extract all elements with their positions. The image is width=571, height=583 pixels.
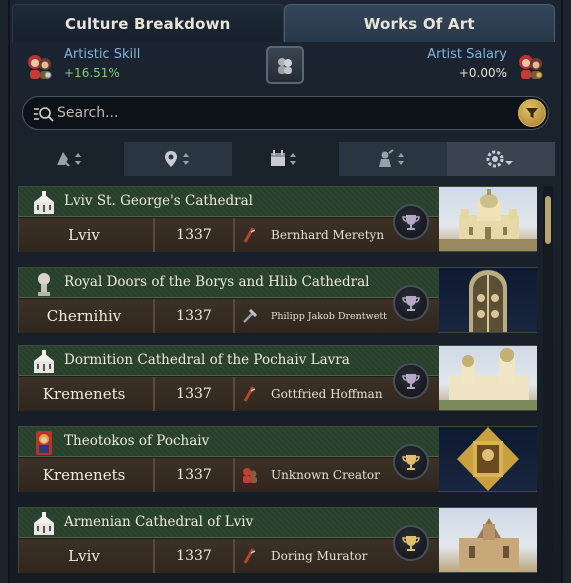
search-input[interactable] <box>57 100 497 126</box>
work-location: Lviv <box>68 547 100 565</box>
cathedral-icon <box>34 350 54 373</box>
card-header: Dormition Cathedral of the Pochaiv Lavra <box>19 346 439 376</box>
tab-culture-breakdown[interactable]: Culture Breakdown <box>12 4 284 42</box>
royal-doors-artwork-image <box>439 268 537 332</box>
card-details: Lviv 1337 Bernhard Meretyn <box>19 218 439 252</box>
tab-bar: Culture Breakdown Works Of Art <box>12 4 555 42</box>
artist-name: Gottfried Hoffman <box>271 387 383 401</box>
work-location: Kremenets <box>42 466 126 484</box>
work-year: 1337 <box>153 299 235 333</box>
brush-icon <box>243 227 256 243</box>
armenian-cathedral-artwork-image <box>439 508 537 572</box>
settings-dropdown-button[interactable] <box>447 142 555 176</box>
silver-trophy-button[interactable] <box>393 363 429 399</box>
artist-salary-value: +0.00% <box>458 66 507 80</box>
silver-trophy-icon <box>402 296 420 311</box>
gold-trophy-icon <box>402 536 420 551</box>
artist-name: Philipp Jakob Drentwett <box>271 310 387 322</box>
work-year: 1337 <box>153 218 235 252</box>
work-location: Chernihiv <box>46 307 122 325</box>
search-icon <box>34 107 54 122</box>
artist-salary-label: Artist Salary <box>427 47 507 62</box>
brush-icon <box>243 386 256 402</box>
work-title: Royal Doors of the Borys and Hlib Cathed… <box>64 274 370 290</box>
works-list: Lviv St. George's Cathedral Lviv 1337 Be… <box>18 186 538 583</box>
two-people-icon <box>278 58 292 74</box>
work-title: Theotokos of Pochaiv <box>64 433 210 449</box>
artist-name: Bernhard Meretyn <box>271 228 385 242</box>
hammer-icon <box>243 308 258 323</box>
silver-trophy-icon <box>402 215 420 230</box>
calendar-sort-icon <box>271 150 297 166</box>
gold-trophy-icon <box>402 455 420 470</box>
list-item[interactable]: Dormition Cathedral of the Pochaiv Lavra… <box>18 345 537 411</box>
silver-trophy-button[interactable] <box>393 285 429 321</box>
location-pin-sort-icon <box>164 151 189 167</box>
icon-painting-icon <box>36 431 52 455</box>
artist-name: Unknown Creator <box>271 468 380 482</box>
sculpture-icon <box>38 273 50 296</box>
work-year: 1337 <box>153 377 235 411</box>
sort-by-location-button[interactable] <box>123 142 232 176</box>
work-year: 1337 <box>153 458 235 492</box>
silver-trophy-icon <box>402 374 420 389</box>
work-title: Lviv St. George's Cathedral <box>64 193 253 209</box>
filter-button[interactable] <box>518 99 546 127</box>
cathedral-artwork-image <box>439 187 537 251</box>
theotokos-artwork-image <box>439 427 537 491</box>
silver-trophy-button[interactable] <box>393 204 429 240</box>
sort-by-artist-button[interactable] <box>339 142 448 176</box>
sort-bar <box>16 142 555 176</box>
artists-portrait-icon <box>28 55 52 79</box>
brush-icon <box>243 548 256 564</box>
artists-portrait-icon <box>519 55 543 79</box>
artistic-skill-value: +16.51% <box>64 66 120 80</box>
card-header: Armenian Cathedral of Lviv <box>19 508 439 538</box>
artist-name: Doring Murator <box>271 549 368 563</box>
list-item[interactable]: Royal Doors of the Borys and Hlib Cathed… <box>18 267 537 333</box>
card-header: Theotokos of Pochaiv <box>19 427 439 457</box>
list-scrollbar[interactable] <box>543 186 553 583</box>
people-icon <box>243 468 257 483</box>
two-people-button[interactable] <box>266 46 304 84</box>
cathedral-icon <box>34 191 54 214</box>
card-details: Kremenets 1337 Gottfried Hoffman <box>19 377 439 411</box>
card-details: Lviv 1337 Doring Murator <box>19 539 439 573</box>
work-location: Kremenets <box>42 385 126 403</box>
art-type-sort-icon <box>56 152 81 167</box>
artist-sort-icon <box>379 149 405 167</box>
work-title: Armenian Cathedral of Lviv <box>64 514 254 530</box>
sort-by-date-button[interactable] <box>231 142 340 176</box>
card-header: Lviv St. George's Cathedral <box>19 187 439 217</box>
card-header: Royal Doors of the Borys and Hlib Cathed… <box>19 268 439 298</box>
gold-trophy-button[interactable] <box>393 525 429 561</box>
lavra-artwork-image <box>439 346 537 410</box>
settings-dropdown-icon <box>486 150 514 168</box>
card-details: Chernihiv 1337 Philipp Jakob Drentwett <box>19 299 439 333</box>
sort-by-type-button[interactable] <box>16 142 124 176</box>
card-details: Kremenets 1337 Unknown Creator <box>19 458 439 492</box>
scrollbar-thumb[interactable] <box>545 196 551 244</box>
work-title: Dormition Cathedral of the Pochaiv Lavra <box>64 352 350 368</box>
artistic-skill-label: Artistic Skill <box>64 47 141 62</box>
list-item[interactable]: Theotokos of Pochaiv Kremenets 1337 Unkn… <box>18 426 537 492</box>
list-item[interactable]: Lviv St. George's Cathedral Lviv 1337 Be… <box>18 186 537 252</box>
tab-works-of-art[interactable]: Works Of Art <box>283 4 555 42</box>
list-item[interactable]: Armenian Cathedral of Lviv Lviv 1337 Dor… <box>18 507 537 573</box>
work-year: 1337 <box>153 539 235 573</box>
filter-funnel-icon <box>526 108 538 118</box>
search-bar <box>22 96 549 130</box>
gold-trophy-button[interactable] <box>393 444 429 480</box>
stats-row: Artistic Skill +16.51% Artist Salary +0.… <box>16 42 555 92</box>
work-location: Lviv <box>68 226 100 244</box>
cathedral-icon <box>34 512 54 535</box>
